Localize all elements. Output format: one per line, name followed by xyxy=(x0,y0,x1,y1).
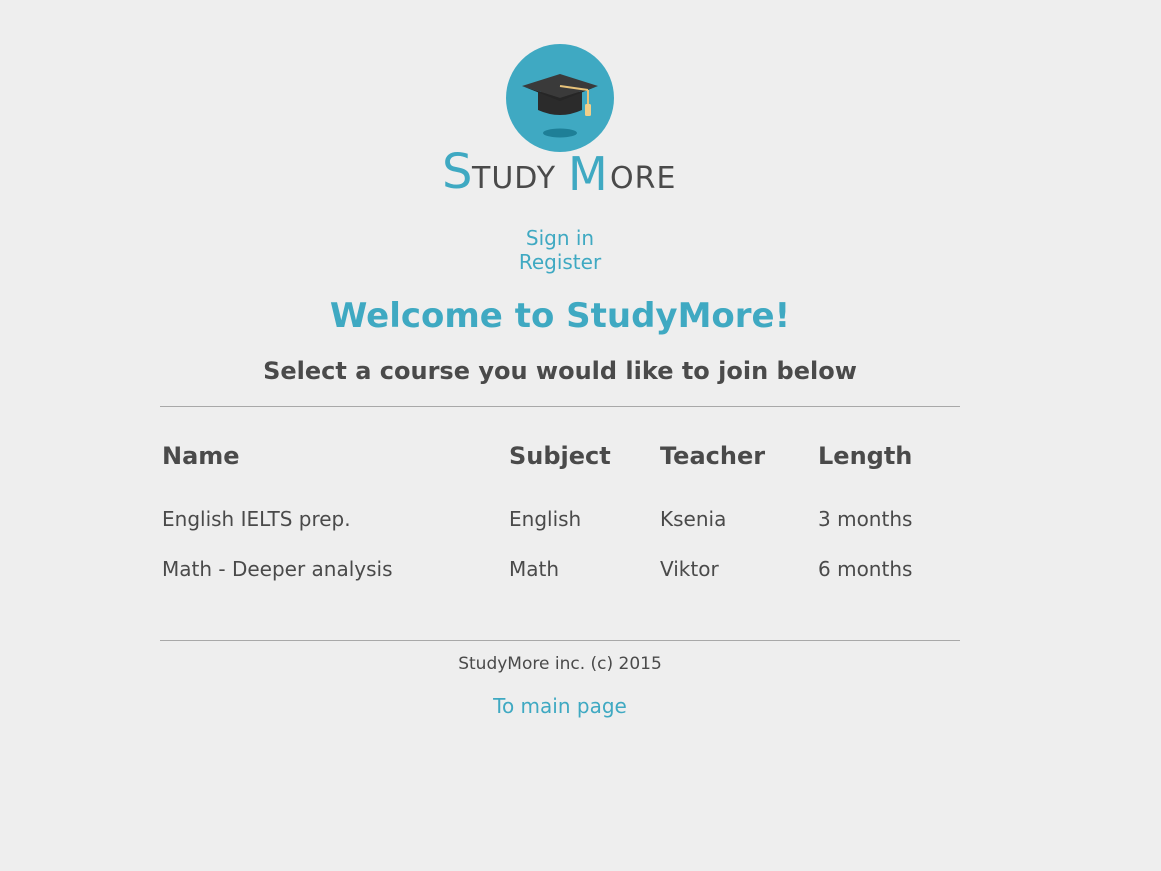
logo-letter-m: M xyxy=(568,147,608,200)
column-header-subject: Subject xyxy=(509,442,611,470)
course-subject: Math xyxy=(509,557,560,581)
table-row[interactable]: English IELTS prep. English Ksenia 3 mon… xyxy=(160,494,958,544)
auth-nav: Sign in Register xyxy=(0,226,1120,274)
table-row[interactable]: Math - Deeper analysis Math Viktor 6 mon… xyxy=(160,544,958,594)
course-length: 3 months xyxy=(818,507,913,531)
logo-badge xyxy=(506,44,614,152)
logo-letter-s: S xyxy=(442,144,472,200)
register-link[interactable]: Register xyxy=(0,250,1120,274)
page-subtitle: Select a course you would like to join b… xyxy=(263,357,857,385)
course-teacher: Viktor xyxy=(660,557,719,581)
course-length: 6 months xyxy=(818,557,913,581)
divider-top xyxy=(160,406,960,407)
courses-table: Name Subject Teacher Length English IELT… xyxy=(160,430,958,594)
footer-copyright: StudyMore inc. (c) 2015 xyxy=(458,654,662,674)
studymore-logo[interactable]: S TUDY M ORE xyxy=(440,40,680,200)
footer-nav: To main page xyxy=(0,692,1120,720)
page-title: Welcome to StudyMore! xyxy=(329,296,791,336)
column-header-name: Name xyxy=(162,442,240,470)
sign-in-link[interactable]: Sign in xyxy=(0,226,1120,250)
logo-letters-ore: ORE xyxy=(610,161,676,196)
divider-bottom xyxy=(160,640,960,641)
course-subject: English xyxy=(509,507,582,531)
graduation-cap-icon xyxy=(522,74,598,138)
logo-letters-tudy: TUDY xyxy=(471,161,556,196)
course-name[interactable]: English IELTS prep. xyxy=(160,494,509,544)
main-page-link[interactable]: To main page xyxy=(493,694,627,718)
table-header-row: Name Subject Teacher Length xyxy=(160,430,958,482)
column-header-teacher: Teacher xyxy=(660,442,766,470)
table-spacer xyxy=(160,482,958,494)
logo-wordmark: S TUDY M ORE xyxy=(440,144,680,200)
course-name[interactable]: Math - Deeper analysis xyxy=(160,544,509,594)
column-header-length: Length xyxy=(818,442,913,470)
course-teacher: Ksenia xyxy=(660,507,727,531)
